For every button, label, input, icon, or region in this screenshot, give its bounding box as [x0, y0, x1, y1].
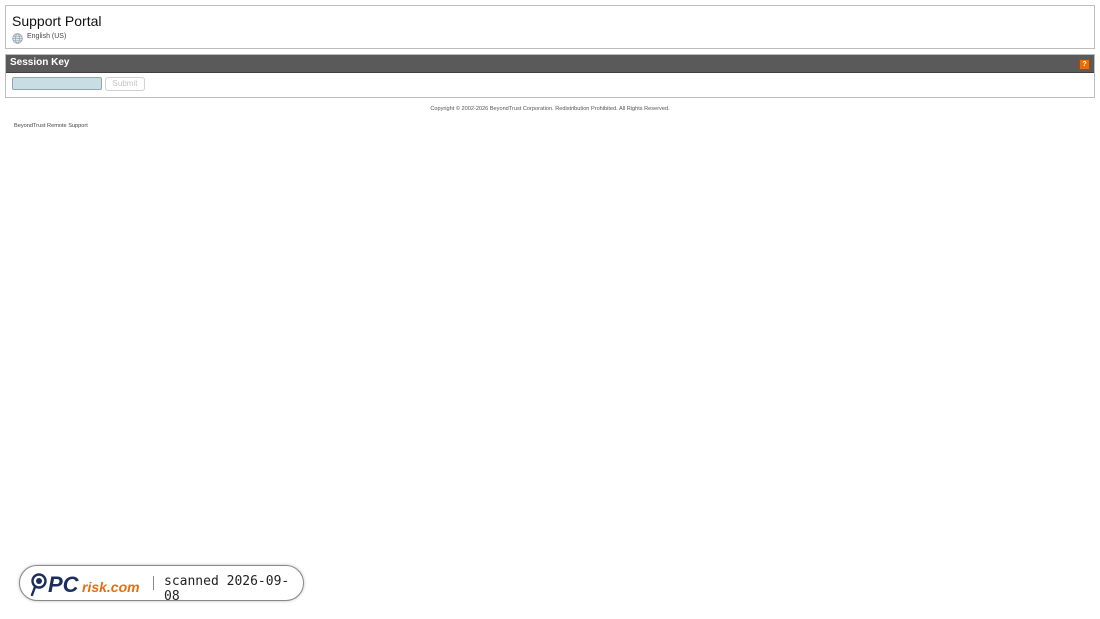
- page: Support Portal English (US) Session Key …: [0, 0, 1100, 619]
- svg-text:PC: PC: [48, 572, 80, 597]
- svg-text:risk.com: risk.com: [82, 579, 140, 595]
- session-key-input[interactable]: [12, 77, 102, 90]
- session-key-title: Session Key: [10, 57, 70, 68]
- page-title: Support Portal: [12, 13, 102, 29]
- portal-header: Support Portal English (US): [5, 5, 1095, 49]
- pcrisk-logo: PC risk.com: [30, 571, 150, 597]
- badge-divider: [153, 576, 154, 590]
- submit-button[interactable]: Submit: [105, 77, 145, 91]
- session-key-bar: Session Key ?: [6, 55, 1094, 73]
- copyright-text: Copyright © 2002-2026 BeyondTrust Corpor…: [430, 106, 670, 112]
- globe-icon: [12, 31, 23, 44]
- product-name: BeyondTrust Remote Support: [14, 123, 88, 129]
- language-label: English (US): [27, 33, 67, 40]
- session-key-panel: Session Key ? Submit: [5, 54, 1095, 98]
- scanned-date: scanned 2026-09-08: [164, 574, 290, 604]
- help-icon[interactable]: ?: [1079, 59, 1090, 70]
- language-selector[interactable]: English (US): [12, 31, 67, 44]
- pcrisk-watermark: PC risk.com scanned 2026-09-08: [19, 565, 304, 604]
